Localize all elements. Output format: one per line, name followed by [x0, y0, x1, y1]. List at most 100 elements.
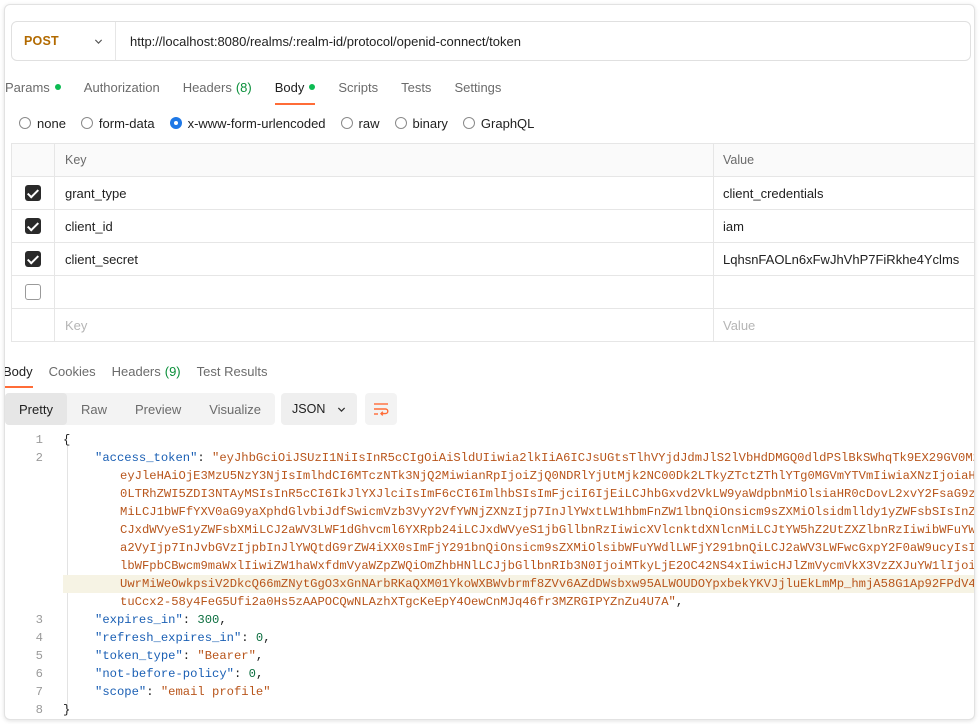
- radio-circle-icon: [80, 117, 93, 129]
- param-value-cell[interactable]: LqhsnFAOLn6xFwJhVhP7FiRkhe4Yclms: [714, 243, 974, 275]
- column-header-key: Key: [55, 144, 714, 176]
- json-key: "token_type": [95, 649, 183, 663]
- row-enabled-checkbox[interactable]: [25, 185, 41, 201]
- radio-none[interactable]: none: [19, 116, 66, 131]
- chevron-down-icon: [337, 406, 346, 412]
- json-string: "Bearer": [197, 649, 256, 663]
- body-type-selector: none form-data x-www-form-urlencoded raw…: [19, 111, 549, 135]
- tab-response-body[interactable]: Body: [4, 355, 33, 388]
- tab-scripts[interactable]: Scripts: [338, 71, 378, 103]
- tab-label: Authorization: [83, 79, 160, 95]
- view-pretty-button[interactable]: Pretty: [5, 393, 67, 425]
- json-string: "email profile": [160, 685, 271, 699]
- row-enabled-checkbox[interactable]: [25, 251, 41, 267]
- json-number: 0: [255, 631, 264, 645]
- radio-graphql[interactable]: GraphQL: [462, 115, 535, 131]
- tab-label: Body: [4, 363, 33, 379]
- view-visualize-button[interactable]: Visualize: [195, 393, 275, 425]
- http-method-label: POST: [24, 34, 59, 48]
- tab-response-headers[interactable]: Headers (9): [112, 355, 181, 387]
- line-number: 1: [35, 433, 43, 447]
- view-preview-button[interactable]: Preview: [121, 393, 195, 425]
- json-string-continuation: lbWFpbCBwcm9maWxlIiwiZW1haWxfdmVyaWZpZWQ…: [120, 559, 975, 573]
- json-string-continuation: UwrMiWeOwkpsiV2DkcQ66mZNytGgO3xGnNArbRKa…: [120, 577, 975, 591]
- json-line-access-token: "access_token": "eyJhbGciOiJSUzI1NiIsInR…: [95, 449, 975, 467]
- tab-label: Body: [274, 79, 305, 95]
- tab-params[interactable]: Params: [5, 71, 61, 103]
- param-key-cell[interactable]: client_id: [55, 210, 714, 242]
- json-key: "refresh_expires_in": [95, 631, 242, 645]
- request-url-bar: POST http://localhost:8080/realms/:realm…: [11, 21, 971, 61]
- http-method-dropdown[interactable]: POST: [12, 22, 116, 60]
- json-open-brace: {: [63, 433, 71, 447]
- param-value-cell[interactable]: client_credentials: [714, 177, 974, 209]
- wrap-lines-button[interactable]: [365, 393, 398, 425]
- param-value-cell[interactable]: [714, 276, 974, 308]
- json-string: tuCcx2-58y4FeG5Ufi2a0Hs5zAAPOCQwNLAzhXTg…: [120, 595, 676, 609]
- line-number: 2: [35, 451, 43, 465]
- json-key: "scope": [95, 685, 147, 699]
- json-key: "access_token": [95, 451, 198, 465]
- json-string: "eyJhbGciOiJSUzI1NiIsInR5cCIgOiAiSldUIiw…: [212, 451, 975, 465]
- line-number: 4: [35, 631, 43, 645]
- json-key: "not-before-policy": [95, 667, 234, 681]
- line-number: 6: [35, 667, 43, 681]
- radio-label: form-data: [98, 115, 155, 131]
- new-key-input[interactable]: Key: [55, 309, 714, 341]
- headers-count: (8): [235, 79, 252, 95]
- json-number: 0: [248, 667, 256, 681]
- param-value-cell[interactable]: iam: [714, 210, 974, 242]
- active-indicator-dot: [309, 84, 316, 90]
- json-string-continuation: eyJleHAiOjE3MzU5NzY3NjIsImlhdCI6MTczNTk3…: [120, 469, 975, 483]
- view-mode-segmented: Pretty Raw Preview Visualize: [5, 393, 276, 425]
- request-tabs: Params Authorization Headers (8) Body Scr…: [5, 71, 524, 105]
- param-key-cell[interactable]: grant_type: [55, 177, 714, 209]
- tab-label: Params: [5, 79, 50, 95]
- radio-x-www-form-urlencoded[interactable]: x-www-form-urlencoded: [169, 116, 326, 131]
- tab-label: Headers: [182, 79, 232, 95]
- tab-label: Scripts: [338, 79, 379, 95]
- line-number: 3: [35, 613, 43, 627]
- param-key-cell[interactable]: client_secret: [55, 243, 714, 275]
- headers-count: (9): [164, 363, 181, 379]
- tab-test-results[interactable]: Test Results: [197, 355, 268, 387]
- json-string-continuation: a2VyIjp7InJvbGVzIjpbInJlYWQtdG9rZW4iXX0s…: [120, 541, 975, 555]
- tab-label: Headers: [111, 363, 161, 379]
- radio-label: GraphQL: [480, 115, 535, 131]
- view-raw-button[interactable]: Raw: [67, 393, 121, 425]
- param-key-cell[interactable]: [55, 276, 714, 308]
- radio-label: raw: [358, 115, 380, 131]
- tab-authorization[interactable]: Authorization: [84, 71, 160, 103]
- tab-headers[interactable]: Headers (8): [183, 71, 252, 103]
- radio-label: binary: [412, 115, 448, 131]
- request-url-input[interactable]: http://localhost:8080/realms/:realm-id/p…: [116, 34, 521, 49]
- response-tabs: Body Cookies Headers (9) Test Results: [4, 355, 283, 388]
- json-close-brace: }: [63, 703, 71, 717]
- line-number: 5: [35, 649, 43, 663]
- row-enabled-checkbox[interactable]: [25, 218, 41, 234]
- radio-raw[interactable]: raw: [340, 115, 380, 131]
- tab-body[interactable]: Body: [274, 71, 316, 105]
- tab-response-cookies[interactable]: Cookies: [49, 355, 96, 387]
- json-line-expires-in: "expires_in": 300,: [95, 613, 227, 627]
- json-line-scope: "scope": "email profile": [95, 685, 271, 699]
- response-body-viewer[interactable]: 1 2 3 4 5 6 7 8 { "access_token": "eyJhb…: [5, 431, 975, 719]
- tab-settings[interactable]: Settings: [454, 71, 501, 103]
- format-dropdown[interactable]: JSON: [281, 393, 358, 425]
- column-header-value: Value: [723, 153, 755, 167]
- table-row: grant_type client_credentials: [12, 177, 974, 210]
- table-row-new: Key Value: [12, 309, 974, 342]
- new-value-input[interactable]: Value: [714, 309, 974, 341]
- tab-label: Cookies: [48, 363, 96, 379]
- tab-label: Tests: [401, 79, 432, 95]
- format-label: JSON: [292, 402, 326, 416]
- radio-form-data[interactable]: form-data: [80, 115, 155, 131]
- tab-tests[interactable]: Tests: [401, 71, 431, 103]
- active-indicator-dot: [54, 84, 61, 90]
- json-string-continuation: MiLCJ1bWFfYXV0aG9yaXphdGlvbiJdfSwicmVzb3…: [120, 505, 975, 519]
- json-number: 300: [197, 613, 220, 627]
- row-enabled-checkbox[interactable]: [25, 284, 41, 300]
- json-string-continuation-end: tuCcx2-58y4FeG5Ufi2a0Hs5zAAPOCQwNLAzhXTg…: [120, 595, 684, 609]
- radio-binary[interactable]: binary: [394, 115, 448, 131]
- json-string-continuation: 0LTRhZWI5ZDI3NTAyMSIsInR5cCI6IkJlYXJlciI…: [120, 487, 975, 501]
